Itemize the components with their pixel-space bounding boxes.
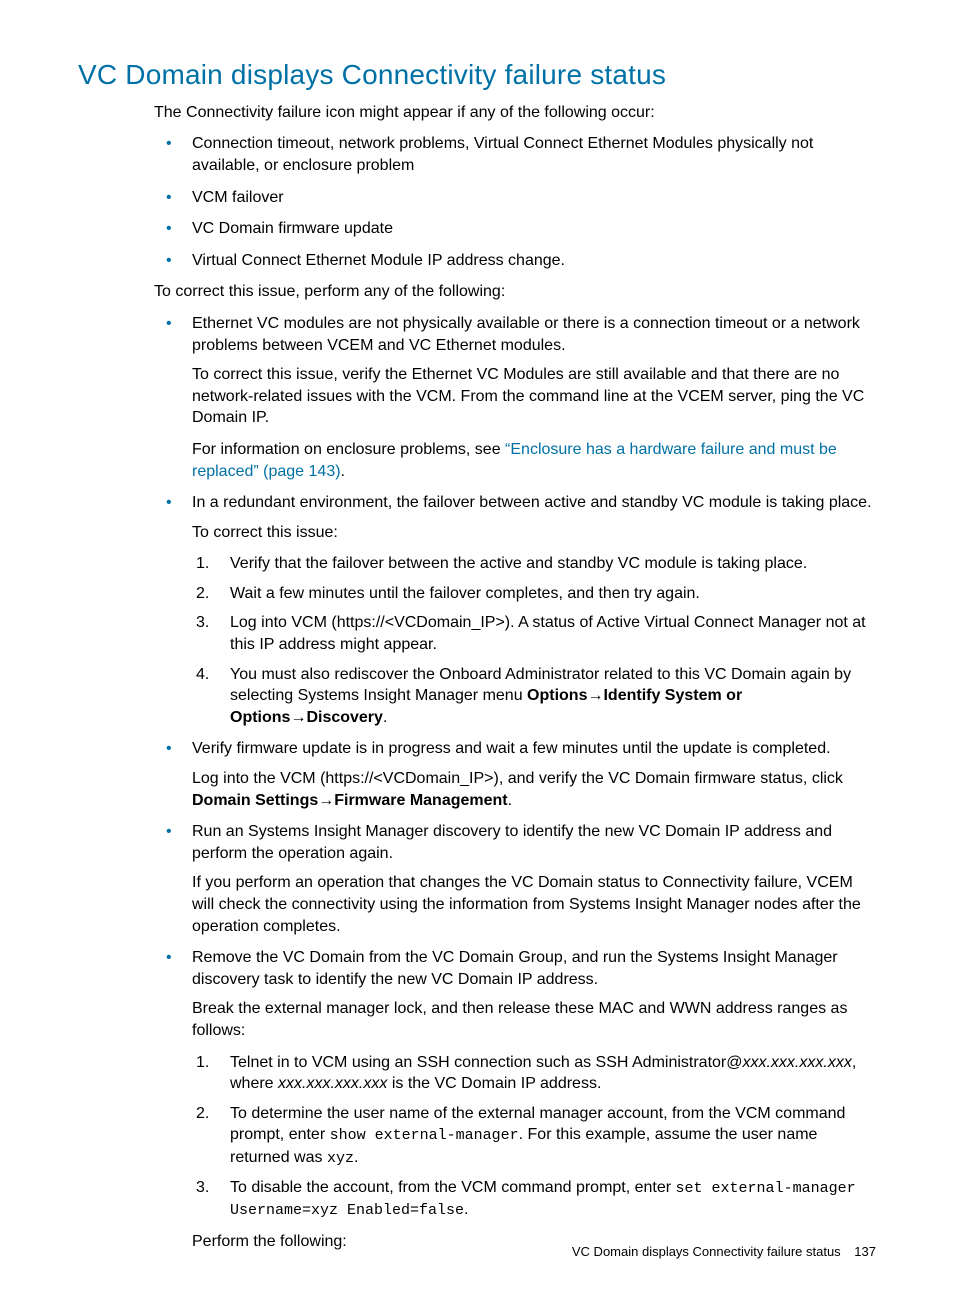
placeholder-text: xxx.xxx.xxx.xxx — [278, 1075, 387, 1092]
step-item: To determine the user name of the extern… — [192, 1103, 876, 1169]
page-footer: VC Domain displays Connectivity failure … — [572, 1243, 876, 1261]
text: is the VC Domain IP address. — [387, 1075, 601, 1092]
steps-list: Telnet in to VCM using an SSH connection… — [192, 1052, 876, 1222]
causes-list: Connection timeout, network problems, Vi… — [154, 133, 876, 271]
body-content: The Connectivity failure icon might appe… — [154, 102, 876, 1253]
arrow-icon: → — [587, 687, 603, 704]
list-item: Run an Systems Insight Manager discovery… — [154, 821, 876, 937]
sub-paragraph: To correct this issue: — [192, 522, 876, 544]
text: . — [464, 1201, 468, 1218]
text: . — [341, 463, 345, 480]
menu-path: Firmware Management — [334, 792, 507, 809]
list-item: Ethernet VC modules are not physically a… — [154, 313, 876, 482]
text: To disable the account, from the VCM com… — [230, 1179, 676, 1196]
sub-paragraph: For information on enclosure problems, s… — [192, 439, 876, 482]
text: Verify firmware update is in progress an… — [192, 740, 831, 757]
step-item: Wait a few minutes until the failover co… — [192, 583, 876, 605]
list-item: In a redundant environment, the failover… — [154, 492, 876, 728]
text: Ethernet VC modules are not physically a… — [192, 315, 860, 354]
step-item: You must also rediscover the Onboard Adm… — [192, 664, 876, 729]
list-item: VC Domain firmware update — [154, 218, 876, 240]
code-text: xyz — [327, 1150, 354, 1167]
placeholder-text: xxx.xxx.xxx.xxx — [742, 1054, 851, 1071]
list-item: Connection timeout, network problems, Vi… — [154, 133, 876, 176]
sub-paragraph: To correct this issue, verify the Ethern… — [192, 364, 876, 429]
step-item: Telnet in to VCM using an SSH connection… — [192, 1052, 876, 1095]
text: . — [383, 709, 387, 726]
list-item: Virtual Connect Ethernet Module IP addre… — [154, 250, 876, 272]
list-item: VCM failover — [154, 187, 876, 209]
intro-paragraph: The Connectivity failure icon might appe… — [154, 102, 876, 124]
steps-list: Verify that the failover between the act… — [192, 553, 876, 728]
correct-intro: To correct this issue, perform any of th… — [154, 281, 876, 303]
sub-paragraph: If you perform an operation that changes… — [192, 872, 876, 937]
step-item: To disable the account, from the VCM com… — [192, 1177, 876, 1222]
list-item: Verify firmware update is in progress an… — [154, 738, 876, 811]
text: Log into the VCM (https://<VCDomain_IP>)… — [192, 770, 843, 787]
step-item: Verify that the failover between the act… — [192, 553, 876, 575]
footer-title: VC Domain displays Connectivity failure … — [572, 1244, 841, 1259]
code-text: show external-manager — [330, 1127, 519, 1144]
document-page: VC Domain displays Connectivity failure … — [0, 0, 954, 1303]
text: . — [354, 1149, 358, 1166]
step-item: Log into VCM (https://<VCDomain_IP>). A … — [192, 612, 876, 655]
text: Remove the VC Domain from the VC Domain … — [192, 949, 838, 988]
menu-path: Domain Settings — [192, 792, 318, 809]
text: . — [508, 792, 512, 809]
arrow-icon: → — [290, 709, 306, 726]
text: In a redundant environment, the failover… — [192, 494, 872, 511]
sub-paragraph: Log into the VCM (https://<VCDomain_IP>)… — [192, 768, 876, 811]
arrow-icon: → — [318, 792, 334, 809]
sub-paragraph: Break the external manager lock, and the… — [192, 998, 876, 1041]
menu-path: Discovery — [306, 709, 383, 726]
text: Run an Systems Insight Manager discovery… — [192, 823, 832, 862]
corrections-list: Ethernet VC modules are not physically a… — [154, 313, 876, 1253]
page-heading: VC Domain displays Connectivity failure … — [78, 56, 876, 94]
text: Telnet in to VCM using an SSH connection… — [230, 1054, 742, 1071]
text: For information on enclosure problems, s… — [192, 441, 505, 458]
page-number: 137 — [854, 1244, 876, 1259]
list-item: Remove the VC Domain from the VC Domain … — [154, 947, 876, 1253]
menu-path: Options — [527, 687, 587, 704]
